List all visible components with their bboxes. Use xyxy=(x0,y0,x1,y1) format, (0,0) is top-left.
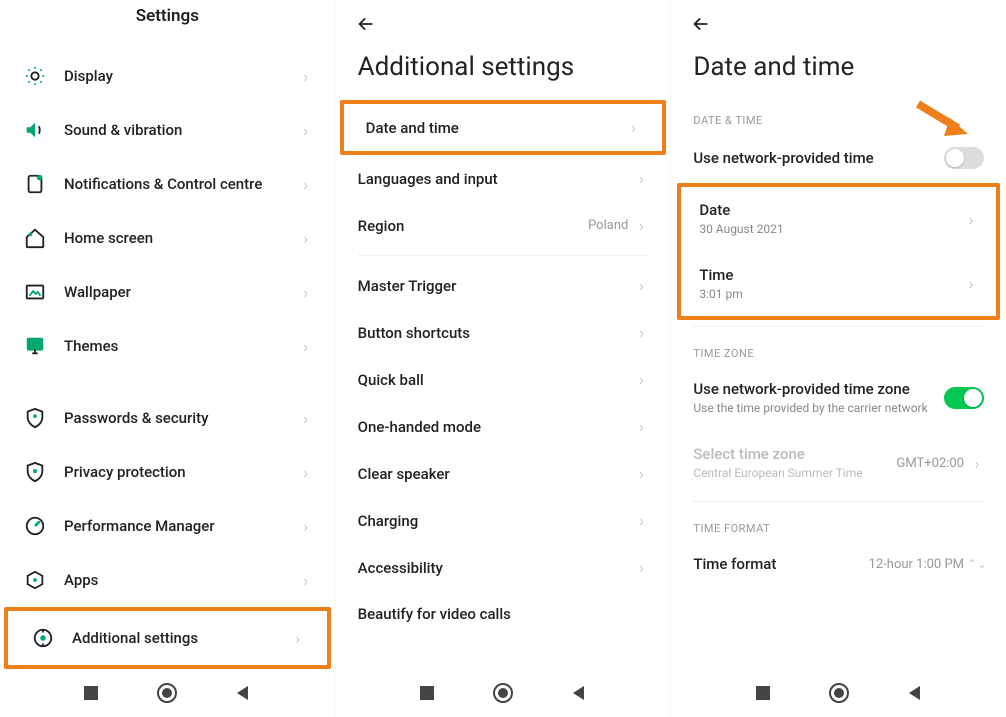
home-icon xyxy=(22,225,48,251)
screen-settings: Settings Display › Sound & vibration › N… xyxy=(0,0,335,717)
chevron-right-icon: › xyxy=(634,417,648,436)
row-themes[interactable]: Themes › xyxy=(0,319,335,373)
chevron-right-icon: › xyxy=(634,558,648,577)
divider xyxy=(693,326,984,327)
chevron-right-icon: › xyxy=(634,464,648,483)
chevron-right-icon: › xyxy=(299,517,313,536)
row-region[interactable]: Region Poland › xyxy=(336,202,671,249)
section-timezone: TIME ZONE xyxy=(671,333,1006,366)
chevron-right-icon: › xyxy=(299,121,313,140)
nav-recent-button[interactable] xyxy=(76,678,106,708)
chevron-right-icon: › xyxy=(964,210,978,229)
row-performance[interactable]: Performance Manager › xyxy=(0,499,335,553)
chevron-right-icon: › xyxy=(634,511,648,530)
chevron-right-icon: › xyxy=(634,276,648,295)
chevron-right-icon: › xyxy=(634,169,648,188)
nav-recent-button[interactable] xyxy=(748,678,778,708)
row-apps[interactable]: Apps › xyxy=(0,553,335,607)
display-icon xyxy=(22,63,48,89)
gauge-icon xyxy=(22,513,48,539)
page-title: Settings xyxy=(22,6,313,26)
apps-icon xyxy=(22,567,48,593)
chevron-right-icon: › xyxy=(299,283,313,302)
divider xyxy=(358,255,649,256)
screen-date-time: Date and time DATE & TIME Use network-pr… xyxy=(670,0,1006,717)
android-navbar xyxy=(671,669,1006,717)
chevron-right-icon: › xyxy=(291,629,305,648)
android-navbar xyxy=(0,669,335,717)
sound-icon xyxy=(22,117,48,143)
row-charging[interactable]: Charging › xyxy=(336,497,671,544)
chevron-right-icon: › xyxy=(299,409,313,428)
nav-home-button[interactable] xyxy=(488,678,518,708)
row-use-network-tz[interactable]: Use network-provided time zone Use the t… xyxy=(671,366,1006,431)
page-title: Date and time xyxy=(671,44,1006,100)
chevron-right-icon: › xyxy=(299,67,313,86)
additional-list: Date and time › Languages and input › Re… xyxy=(336,100,671,669)
nav-back-button[interactable] xyxy=(900,678,930,708)
chevron-right-icon: › xyxy=(970,454,984,473)
row-beautify[interactable]: Beautify for video calls xyxy=(336,591,671,637)
privacy-icon xyxy=(22,459,48,485)
row-date-time[interactable]: Date and time › xyxy=(340,100,667,155)
row-accessibility[interactable]: Accessibility › xyxy=(336,544,671,591)
screen-additional-settings: Additional settings Date and time › Lang… xyxy=(335,0,671,717)
nav-home-button[interactable] xyxy=(152,678,182,708)
nav-back-button[interactable] xyxy=(228,678,258,708)
nav-recent-button[interactable] xyxy=(412,678,442,708)
chevron-right-icon: › xyxy=(299,175,313,194)
chevron-right-icon: › xyxy=(634,216,648,235)
shield-icon xyxy=(22,405,48,431)
row-privacy[interactable]: Privacy protection › xyxy=(0,445,335,499)
updown-icon: ⌃⌄ xyxy=(970,557,984,571)
row-additional-settings[interactable]: Additional settings › xyxy=(4,607,331,669)
nav-back-button[interactable] xyxy=(564,678,594,708)
row-time-format[interactable]: Time format 12-hour 1:00 PM ⌃⌄ xyxy=(671,541,1006,587)
chevron-right-icon: › xyxy=(299,229,313,248)
themes-icon xyxy=(22,333,48,359)
android-navbar xyxy=(336,669,671,717)
chevron-right-icon: › xyxy=(299,571,313,590)
row-notifications[interactable]: Notifications & Control centre › xyxy=(0,157,335,211)
row-wallpaper[interactable]: Wallpaper › xyxy=(0,265,335,319)
row-passwords[interactable]: Passwords & security › xyxy=(0,391,335,445)
row-use-network-time[interactable]: Use network-provided time xyxy=(671,133,1006,183)
row-one-handed[interactable]: One-handed mode › xyxy=(336,403,671,450)
row-sound[interactable]: Sound & vibration › xyxy=(0,103,335,157)
chevron-right-icon: › xyxy=(634,370,648,389)
section-datetime: DATE & TIME xyxy=(671,100,1006,133)
row-select-tz: Select time zone Central European Summer… xyxy=(671,431,1006,496)
nav-home-button[interactable] xyxy=(824,678,854,708)
row-button-shortcuts[interactable]: Button shortcuts › xyxy=(336,309,671,356)
notification-icon xyxy=(22,171,48,197)
chevron-right-icon: › xyxy=(626,118,640,137)
settings-list: Display › Sound & vibration › Notificati… xyxy=(0,40,335,669)
row-date[interactable]: Date 30 August 2021 › xyxy=(681,187,996,252)
header: Settings xyxy=(0,0,335,40)
chevron-right-icon: › xyxy=(634,323,648,342)
back-button[interactable] xyxy=(689,12,713,36)
chevron-right-icon: › xyxy=(299,463,313,482)
row-clear-speaker[interactable]: Clear speaker › xyxy=(336,450,671,497)
divider xyxy=(693,501,984,502)
datetime-list: DATE & TIME Use network-provided time Da… xyxy=(671,100,1006,669)
row-languages[interactable]: Languages and input › xyxy=(336,155,671,202)
back-button[interactable] xyxy=(354,12,378,36)
toggle-network-time[interactable] xyxy=(944,147,984,169)
toggle-network-tz[interactable] xyxy=(944,387,984,409)
settings-icon xyxy=(30,625,56,651)
row-master-trigger[interactable]: Master Trigger › xyxy=(336,262,671,309)
row-quick-ball[interactable]: Quick ball › xyxy=(336,356,671,403)
section-format: TIME FORMAT xyxy=(671,508,1006,541)
row-display[interactable]: Display › xyxy=(0,49,335,103)
row-time[interactable]: Time 3:01 pm › xyxy=(681,252,996,317)
row-home-screen[interactable]: Home screen › xyxy=(0,211,335,265)
chevron-right-icon: › xyxy=(964,274,978,293)
highlight-date-time-group: Date 30 August 2021 › Time 3:01 pm › xyxy=(677,183,1000,320)
chevron-right-icon: › xyxy=(299,337,313,356)
wallpaper-icon xyxy=(22,279,48,305)
page-title: Additional settings xyxy=(336,44,671,100)
